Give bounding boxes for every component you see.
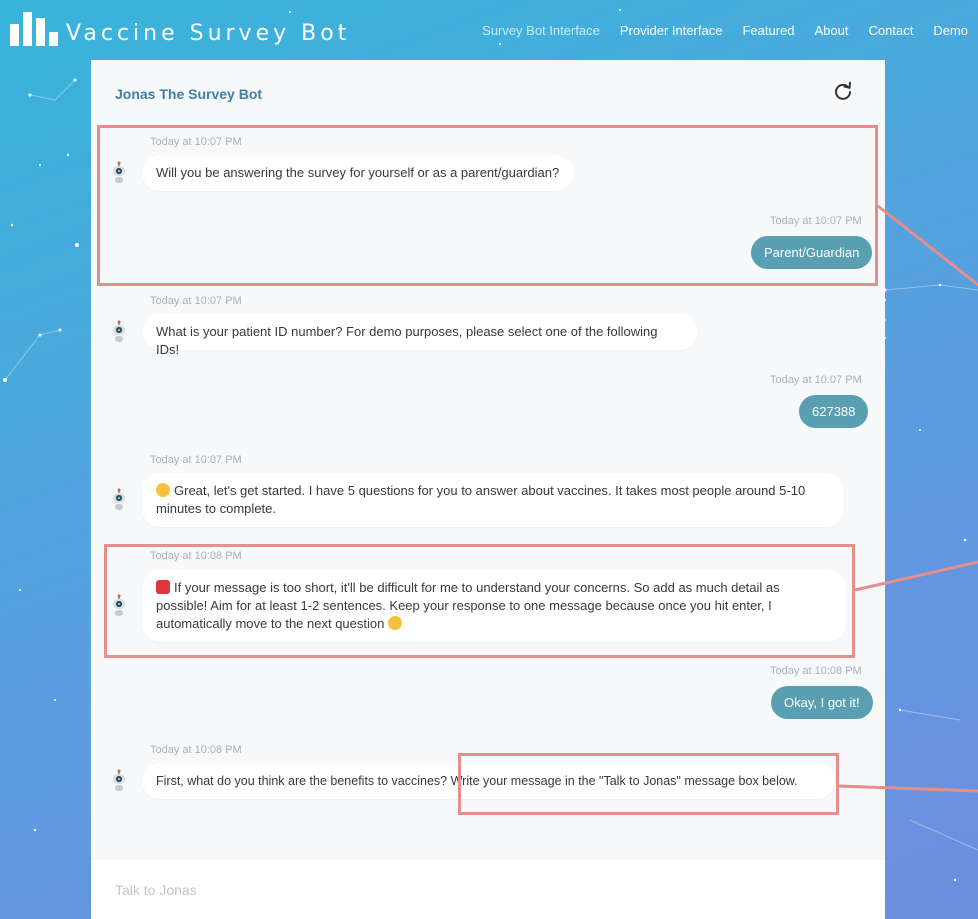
message-timestamp: Today at 10:07 PM	[770, 215, 862, 227]
talk-to-jonas-input[interactable]	[115, 879, 855, 901]
bot-message-bubble: First, what do you think are the benefit…	[142, 763, 835, 799]
logo-text: Vaccine Survey Bot	[66, 21, 351, 46]
message-timestamp: Today at 10:07 PM	[770, 374, 862, 386]
user-reply-okay[interactable]: Okay, I got it!	[771, 686, 873, 719]
bot-message-text: Great, let's get started. I have 5 quest…	[156, 483, 806, 516]
bot-message-text: What is your patient ID number? For demo…	[156, 324, 658, 357]
message-timestamp: Today at 10:07 PM	[150, 295, 242, 307]
nav-link-about[interactable]: About	[815, 23, 849, 38]
user-reply-parent-guardian[interactable]: Parent/Guardian	[751, 236, 873, 269]
nav-link-demo[interactable]: Demo	[933, 23, 968, 38]
message-composer	[91, 860, 885, 919]
top-navigation-bar: Vaccine Survey Bot Survey Bot Interface …	[0, 0, 978, 60]
bot-message-bubble: What is your patient ID number? For demo…	[142, 314, 698, 357]
message-timestamp: Today at 10:07 PM	[150, 136, 242, 148]
chat-header: Jonas The Survey Bot	[91, 60, 885, 124]
siren-emoji	[156, 580, 170, 594]
smiling-face-emoji	[156, 483, 170, 497]
robot-icon	[113, 320, 125, 342]
robot-icon	[113, 161, 125, 183]
refresh-icon[interactable]	[832, 80, 854, 102]
robot-icon	[113, 488, 125, 510]
bot-message-text: First, what do you think are the benefit…	[156, 774, 798, 788]
bot-message-bubble: If your message is too short, it'll be d…	[142, 570, 846, 642]
bot-message-bubble: Great, let's get started. I have 5 quest…	[142, 473, 844, 527]
bot-message-text: If your message is too short, it'll be d…	[156, 580, 780, 631]
nav-link-featured[interactable]: Featured	[742, 23, 794, 38]
bar-chart-logo-icon	[10, 12, 58, 46]
bot-message-bubble: Will you be answering the survey for you…	[142, 155, 574, 191]
nav-link-survey-bot-interface[interactable]: Survey Bot Interface	[482, 23, 600, 38]
site-logo[interactable]: Vaccine Survey Bot	[10, 12, 350, 46]
message-timestamp: Today at 10:08 PM	[770, 665, 862, 677]
robot-icon	[113, 769, 125, 791]
chat-panel: Jonas The Survey Bot Today at 10:07 PM W…	[91, 60, 885, 919]
robot-icon	[113, 594, 125, 616]
message-timestamp: Today at 10:07 PM	[150, 454, 242, 466]
user-reply-patient-id[interactable]: 627388	[799, 395, 869, 428]
sweat-smile-emoji	[388, 616, 403, 630]
nav-link-provider-interface[interactable]: Provider Interface	[620, 23, 723, 38]
chat-title: Jonas The Survey Bot	[115, 86, 263, 102]
main-nav: Survey Bot Interface Provider Interface …	[482, 23, 968, 38]
message-timestamp: Today at 10:08 PM	[150, 550, 242, 562]
message-timestamp: Today at 10:08 PM	[150, 744, 242, 756]
bot-message-text: Will you be answering the survey for you…	[156, 165, 560, 180]
nav-link-contact[interactable]: Contact	[869, 23, 914, 38]
